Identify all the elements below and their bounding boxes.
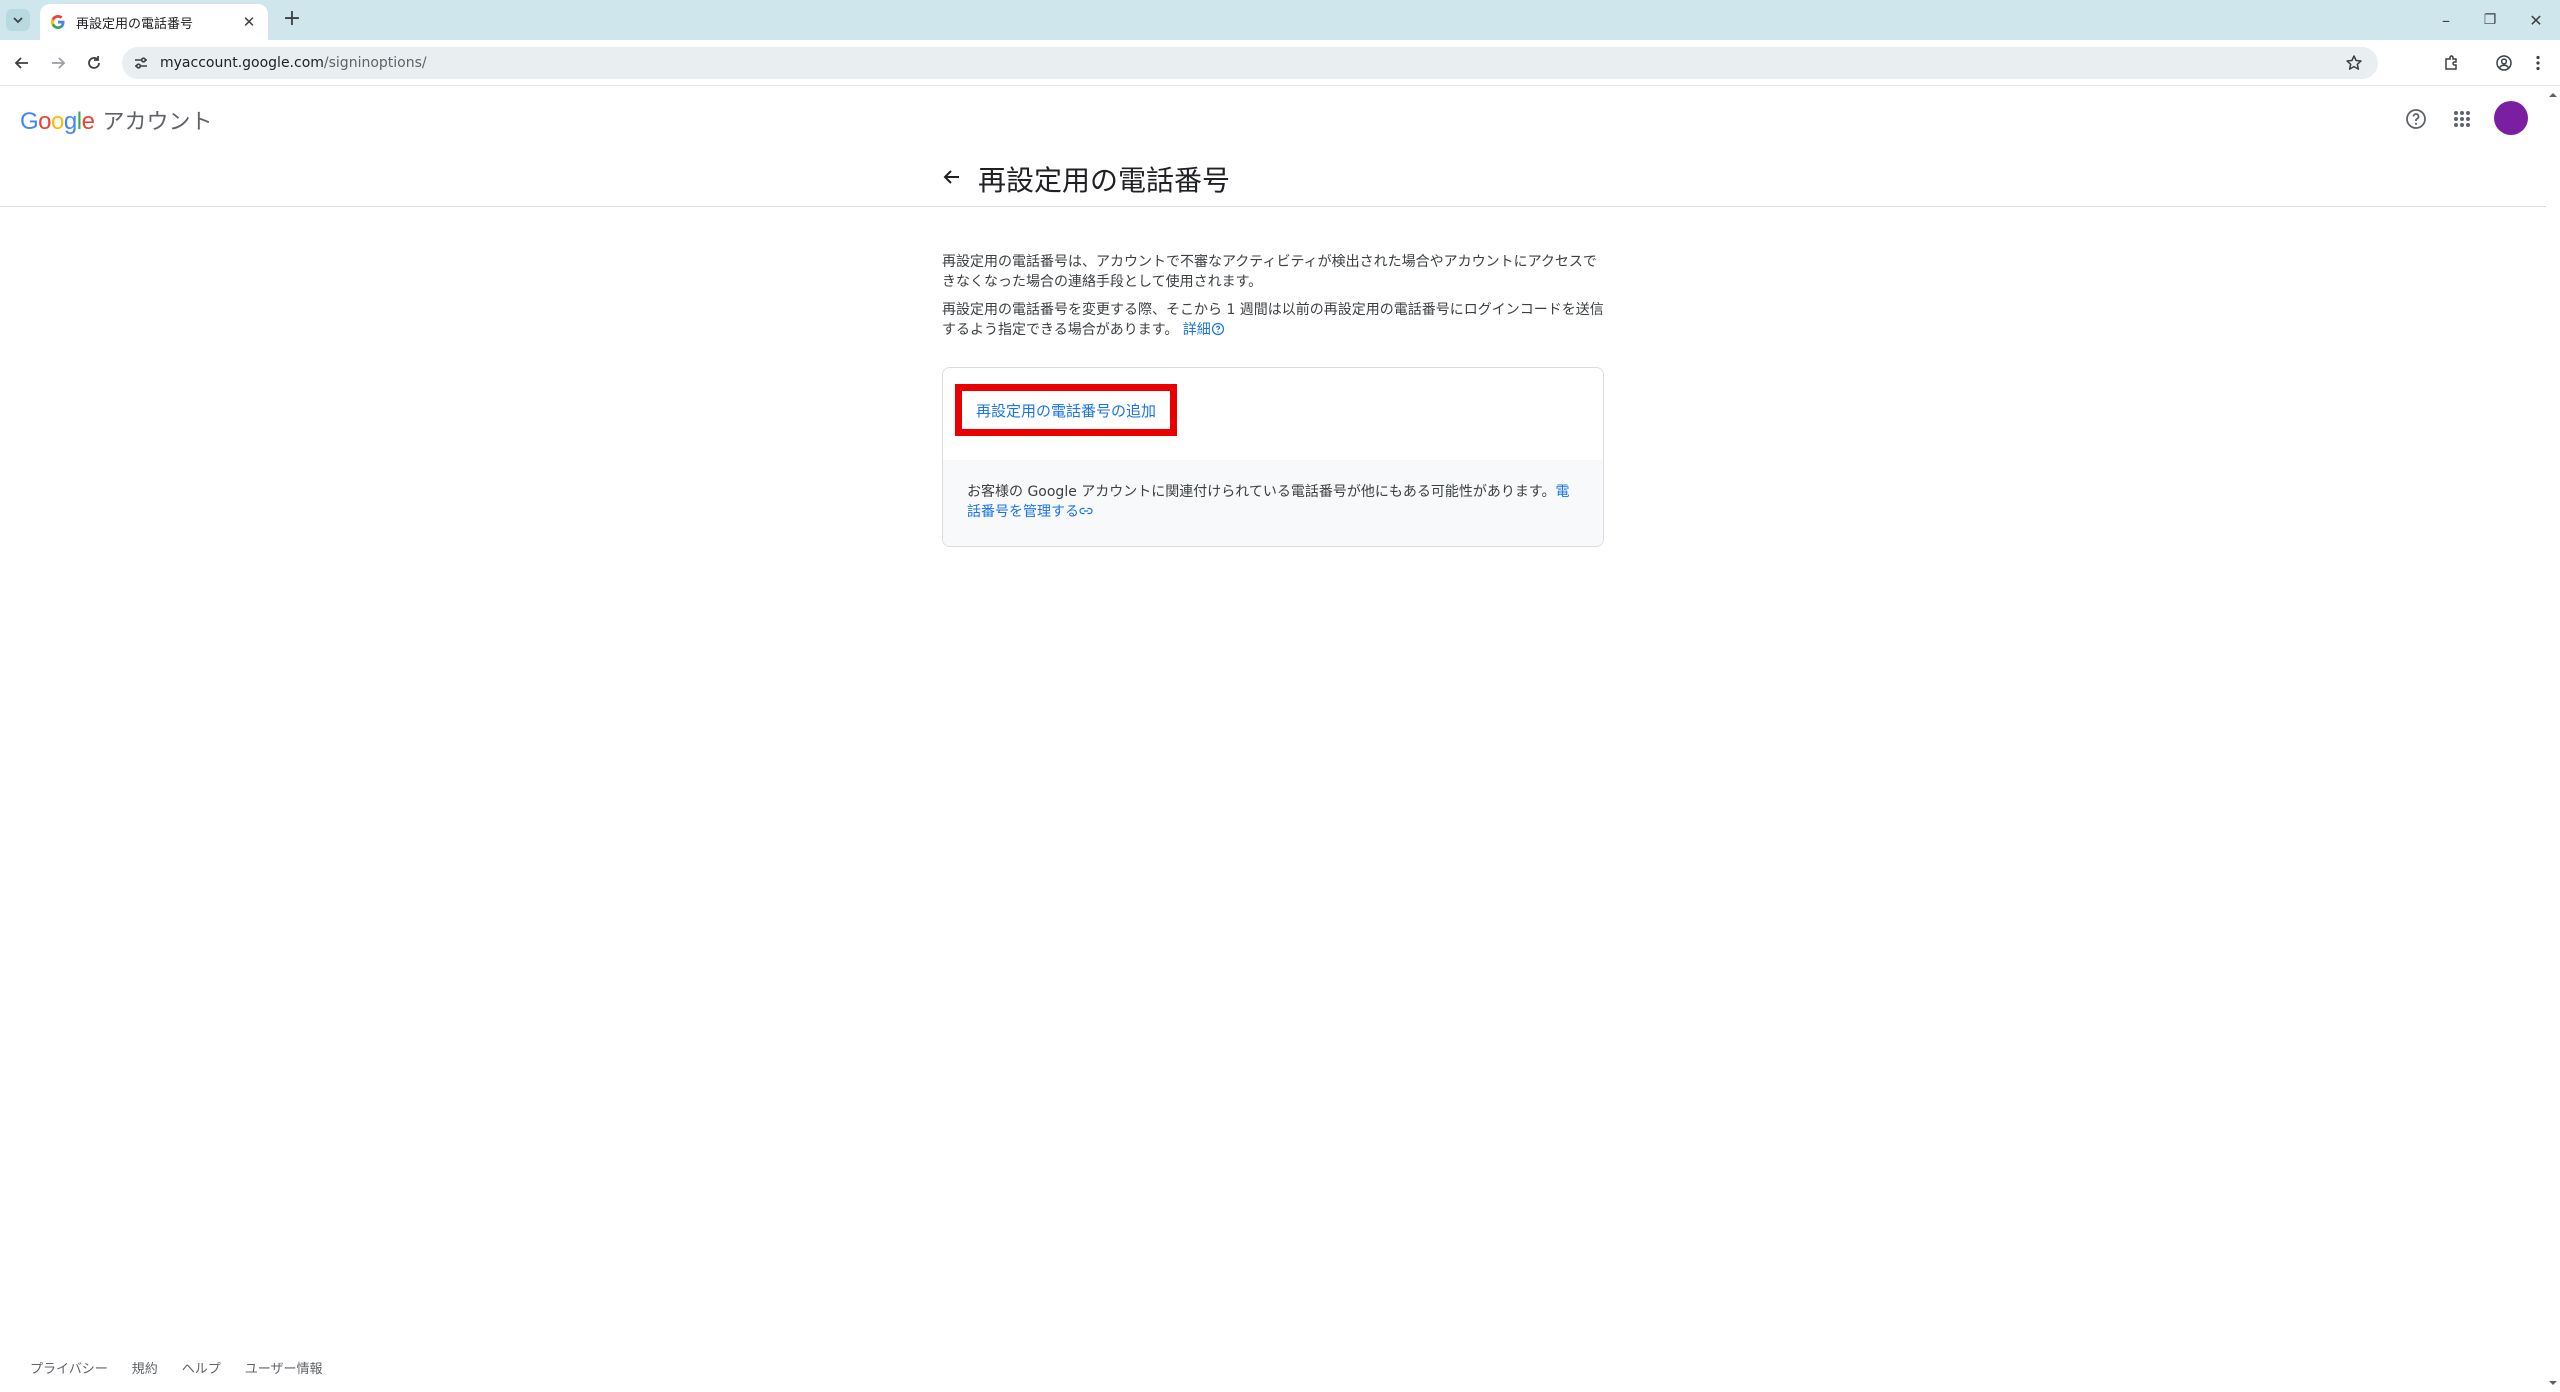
- footer-link-privacy[interactable]: プライバシー: [30, 1358, 108, 1377]
- browser-toolbar: myaccount.google.com/signinoptions/: [0, 40, 2560, 86]
- manage-note-text: お客様の Google アカウントに関連付けられている電話番号が他にもある可能性…: [967, 484, 1556, 500]
- minimize-button[interactable]: –: [2426, 6, 2466, 34]
- browser-menu-button[interactable]: [2526, 51, 2550, 75]
- description-section: 再設定用の電話番号は、アカウントで不審なアクティビティが検出された場合やアカウン…: [942, 252, 1604, 340]
- help-circle-icon: [1211, 322, 1224, 336]
- url-text: myaccount.google.com/signinoptions/: [160, 55, 2342, 71]
- details-link-label: 詳細: [1182, 322, 1211, 338]
- apps-grid-icon[interactable]: [2450, 107, 2474, 131]
- description-text-2: 再設定用の電話番号を変更する際、そこから 1 週間は以前の再設定用の電話番号にロ…: [942, 300, 1604, 340]
- chevron-down-icon: [13, 17, 23, 24]
- description-text-1: 再設定用の電話番号は、アカウントで不審なアクティビティが検出された場合やアカウン…: [942, 254, 1597, 290]
- tab-strip: 再設定用の電話番号 ✕ + – ❐ ✕: [0, 0, 2560, 40]
- back-button[interactable]: [10, 51, 34, 75]
- footer-link-terms[interactable]: 規約: [132, 1358, 158, 1377]
- browser-tab[interactable]: 再設定用の電話番号 ✕: [40, 4, 268, 40]
- arrow-left-icon: [14, 57, 28, 69]
- new-tab-button[interactable]: +: [280, 8, 304, 32]
- card-action-area: 再設定用の電話番号の追加: [943, 368, 1603, 460]
- address-bar[interactable]: myaccount.google.com/signinoptions/: [122, 47, 2378, 79]
- puzzle-icon: [2445, 55, 2457, 70]
- url-path: /signinoptions/: [323, 55, 427, 71]
- page-scrollbar[interactable]: [2546, 87, 2560, 1392]
- add-recovery-phone-button[interactable]: 再設定用の電話番号の追加: [976, 400, 1156, 421]
- google-favicon-icon: [51, 15, 65, 29]
- arrow-right-icon: [52, 57, 66, 69]
- more-vert-icon: [2536, 55, 2540, 71]
- star-icon: [2346, 55, 2362, 70]
- back-arrow-icon[interactable]: [940, 165, 964, 189]
- google-account-logo[interactable]: Google アカウント: [20, 104, 212, 136]
- footer-link-help[interactable]: ヘルプ: [182, 1358, 221, 1377]
- tune-icon: [135, 57, 147, 69]
- google-wordmark: Google: [20, 108, 95, 135]
- avatar[interactable]: [2494, 101, 2528, 135]
- reload-button[interactable]: [82, 51, 106, 75]
- account-circle-icon: [2496, 55, 2512, 71]
- product-name: アカウント: [102, 110, 213, 135]
- page-header: 再設定用の電話番号: [0, 151, 2546, 207]
- tab-title: 再設定用の電話番号: [76, 16, 194, 32]
- footer: プライバシー 規約 ヘルプ ユーザー情報: [30, 1358, 323, 1377]
- recovery-phone-card: 再設定用の電話番号の追加 お客様の Google アカウントに関連付けられている…: [942, 367, 1604, 547]
- description-text-2-body: 再設定用の電話番号を変更する際、そこから 1 週間は以前の再設定用の電話番号にロ…: [942, 302, 1604, 338]
- url-host: myaccount.google.com: [160, 55, 324, 71]
- link-icon: [1079, 507, 1093, 515]
- add-recovery-phone-highlight: 再設定用の電話番号の追加: [955, 384, 1177, 436]
- profile-button[interactable]: [2492, 51, 2516, 75]
- close-window-button[interactable]: ✕: [2516, 6, 2556, 34]
- help-icon[interactable]: [2404, 107, 2428, 131]
- extensions-button[interactable]: [2440, 51, 2464, 75]
- card-note: お客様の Google アカウントに関連付けられている電話番号が他にもある可能性…: [943, 460, 1603, 546]
- page-title: 再設定用の電話番号: [978, 164, 1231, 197]
- forward-button[interactable]: [46, 51, 70, 75]
- app-bar: Google アカウント: [0, 87, 2546, 151]
- footer-link-about[interactable]: ユーザー情報: [245, 1358, 323, 1377]
- details-link[interactable]: 詳細: [1183, 322, 1225, 338]
- scroll-down-arrow-icon[interactable]: [2548, 1378, 2558, 1388]
- scroll-up-arrow-icon[interactable]: [2548, 90, 2558, 100]
- maximize-button[interactable]: ❐: [2470, 6, 2510, 34]
- site-info-button[interactable]: [130, 52, 152, 74]
- tab-close-button[interactable]: ✕: [240, 13, 258, 31]
- bookmark-button[interactable]: [2342, 51, 2366, 75]
- tab-search-button[interactable]: [6, 9, 30, 31]
- reload-icon: [88, 56, 100, 69]
